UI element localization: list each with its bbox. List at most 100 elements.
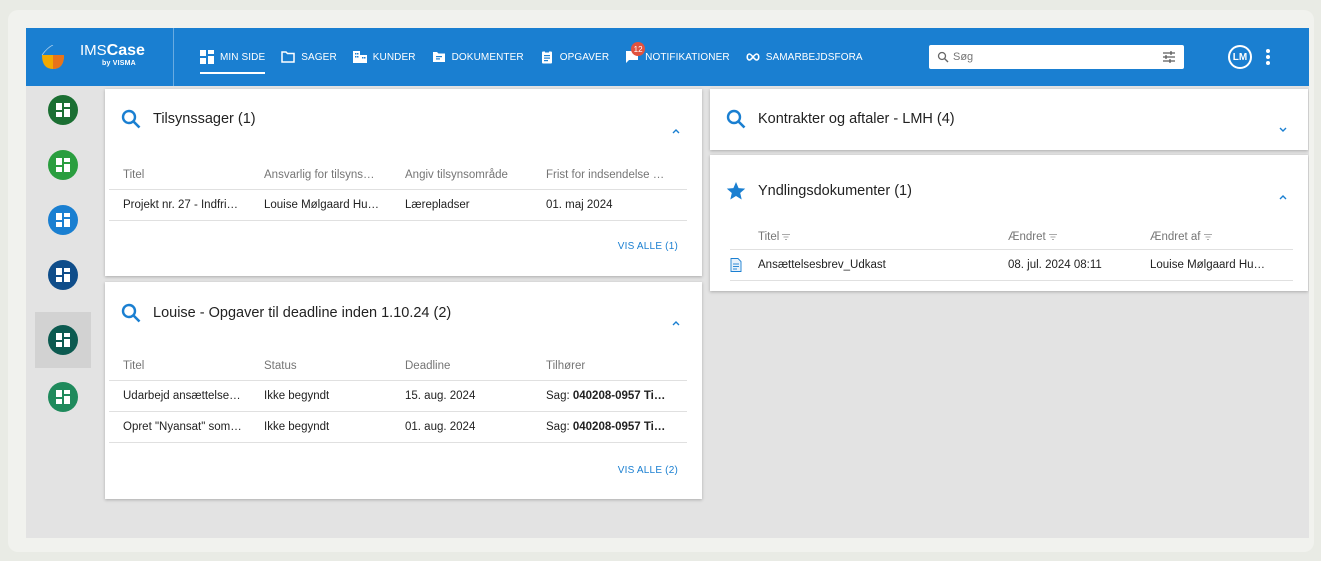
card-opgaver: Louise - Opgaver til deadline inden 1.10… [105,282,702,499]
table-cell: Ikke begyndt [250,410,391,443]
tilhorer-prefix: Sag: [546,420,573,433]
table-header: Titel Status Deadline Tilhører [109,352,687,380]
column-header[interactable]: Angiv tilsynsområde [391,161,532,189]
vis-alle-link[interactable]: VIS ALLE (1) [618,241,678,252]
column-header[interactable]: Frist for indsendelse … [532,161,687,189]
table-header: Titel Ansvarlig for tilsyns… Angiv tilsy… [109,161,687,189]
column-header[interactable]: Deadline [391,352,532,380]
vis-alle-link[interactable]: VIS ALLE (2) [618,465,678,476]
column-header-label: Titel [758,230,780,243]
table-cell: 01. maj 2024 [532,188,687,221]
sort-filter-icon[interactable] [1203,233,1213,241]
table-cell: 15. aug. 2024 [391,379,532,411]
sidebar-dashboard-item[interactable] [35,82,91,138]
sidebar-dashboard-item[interactable] [35,369,91,425]
chevron-up-icon[interactable] [671,318,681,328]
table-row[interactable]: Ansættelsesbrev_Udkast 08. jul. 2024 08:… [730,248,1293,281]
infinity-icon [746,53,760,61]
sort-filter-icon[interactable] [1048,233,1058,241]
sidebar-dashboard-item[interactable] [35,247,91,303]
nav-opgaver[interactable]: OPGAVER [532,28,617,86]
clipboard-icon [541,50,552,64]
brand-case: Case [106,42,145,59]
brand-sub: by VISMA [102,60,136,67]
table-row[interactable]: Udarbejd ansættelse… Ikke begyndt 15. au… [109,379,687,411]
card-yndlingsdokumenter: Yndlingsdokumenter (1) Titel Ændret Ændr… [710,155,1308,291]
search-icon [937,51,949,63]
sort-filter-icon[interactable] [781,233,791,241]
dashboard-icon [48,260,78,290]
building-icon [352,51,367,63]
sidebar-dashboard-item[interactable] [35,312,91,368]
document-folder-icon [432,52,445,62]
nav-label: NOTIFIKATIONER [645,51,730,63]
card-title: Kontrakter og aftaler - LMH (4) [758,111,955,127]
dashboard-icon [200,50,214,64]
filter-settings-icon[interactable] [1162,50,1176,64]
tilhorer-case[interactable]: 040208-0957 Ti… [573,390,666,402]
table-header: Titel Ændret Ændret af [730,225,1293,249]
nav-samarbejdsfora[interactable]: SAMARBEJDSFORA [738,28,871,86]
table-cell: 08. jul. 2024 08:11 [994,248,1136,281]
user-avatar[interactable]: LM [1228,45,1252,69]
app-window: IMSCase by VISMA MIN SIDE SAGER KUNDER D… [26,28,1309,538]
notification-badge: 12 [631,42,646,56]
search-icon [726,109,746,129]
document-title[interactable]: Ansættelsesbrev_Udkast [758,259,886,271]
table-cell: 01. aug. 2024 [391,410,532,443]
nav-label: SAGER [301,51,337,63]
table-cell: Ansættelsesbrev_Udkast [730,248,994,281]
sidebar-dashboard-item[interactable] [35,192,91,248]
nav-sager[interactable]: SAGER [273,28,345,86]
dashboard-icon [48,325,78,355]
dashboard-icon [48,95,78,125]
column-header-label: Ændret af [1150,230,1201,243]
column-header[interactable]: Titel [109,352,250,380]
table-cell: Udarbejd ansættelse… [109,379,250,411]
nav-kunder[interactable]: KUNDER [345,28,424,86]
column-header[interactable]: Ansvarlig for tilsyns… [250,161,391,189]
nav-dokumenter[interactable]: DOKUMENTER [424,28,532,86]
card-title: Louise - Opgaver til deadline inden 1.10… [153,305,452,321]
table-row[interactable]: Opret "Nyansat" som… Ikke begyndt 01. au… [109,410,687,443]
column-header[interactable]: Status [250,352,391,380]
search-box[interactable] [929,45,1184,69]
table-cell: Louise Mølgaard Hu… [250,188,391,221]
document-icon [730,257,742,272]
top-bar: IMSCase by VISMA MIN SIDE SAGER KUNDER D… [26,28,1309,86]
star-icon [726,182,746,200]
search-input[interactable] [953,51,1153,63]
card-title: Tilsynssager (1) [153,111,256,127]
nav-min-side[interactable]: MIN SIDE [192,28,273,86]
table-row[interactable]: Projekt nr. 27 - Indfri… Louise Mølgaard… [109,188,687,221]
more-vertical-icon[interactable] [1265,48,1271,66]
folder-icon [281,51,295,63]
chevron-up-icon[interactable] [1278,192,1288,202]
search-icon [121,109,141,129]
table-cell: Sag: 040208-0957 Ti… [532,410,687,443]
nav-label: KUNDER [372,51,416,63]
table-cell: Louise Mølgaard Hu… [1136,248,1293,281]
column-header[interactable]: Titel [730,225,994,249]
column-header[interactable]: Titel [109,161,250,189]
search-icon [121,303,141,323]
chevron-up-icon[interactable] [671,126,681,136]
tilhorer-case[interactable]: 040208-0957 Ti… [573,421,666,433]
brand-logo-area[interactable]: IMSCase by VISMA [26,28,174,86]
table-cell: Ikke begyndt [250,379,391,411]
nav-label: MIN SIDE [220,51,266,63]
nav-notifikationer[interactable]: 12 NOTIFIKATIONER [617,28,738,86]
tilsyn-table: Titel Ansvarlig for tilsyns… Angiv tilsy… [109,161,687,221]
card-kontrakter: Kontrakter og aftaler - LMH (4) [710,89,1308,150]
column-header-label: Ændret [1008,230,1046,243]
card-tilsynssager: Tilsynssager (1) Titel Ansvarlig for til… [105,89,702,276]
column-header[interactable]: Ændret af [1136,225,1293,249]
chevron-down-icon[interactable] [1278,125,1288,135]
opgaver-table: Titel Status Deadline Tilhører Udarbejd … [109,352,687,443]
table-cell: Lærepladser [391,188,532,221]
nav-label: DOKUMENTER [451,51,524,63]
column-header[interactable]: Ændret [994,225,1136,249]
card-title: Yndlingsdokumenter (1) [758,183,912,199]
column-header[interactable]: Tilhører [532,352,687,380]
sidebar-dashboard-item[interactable] [35,137,91,193]
